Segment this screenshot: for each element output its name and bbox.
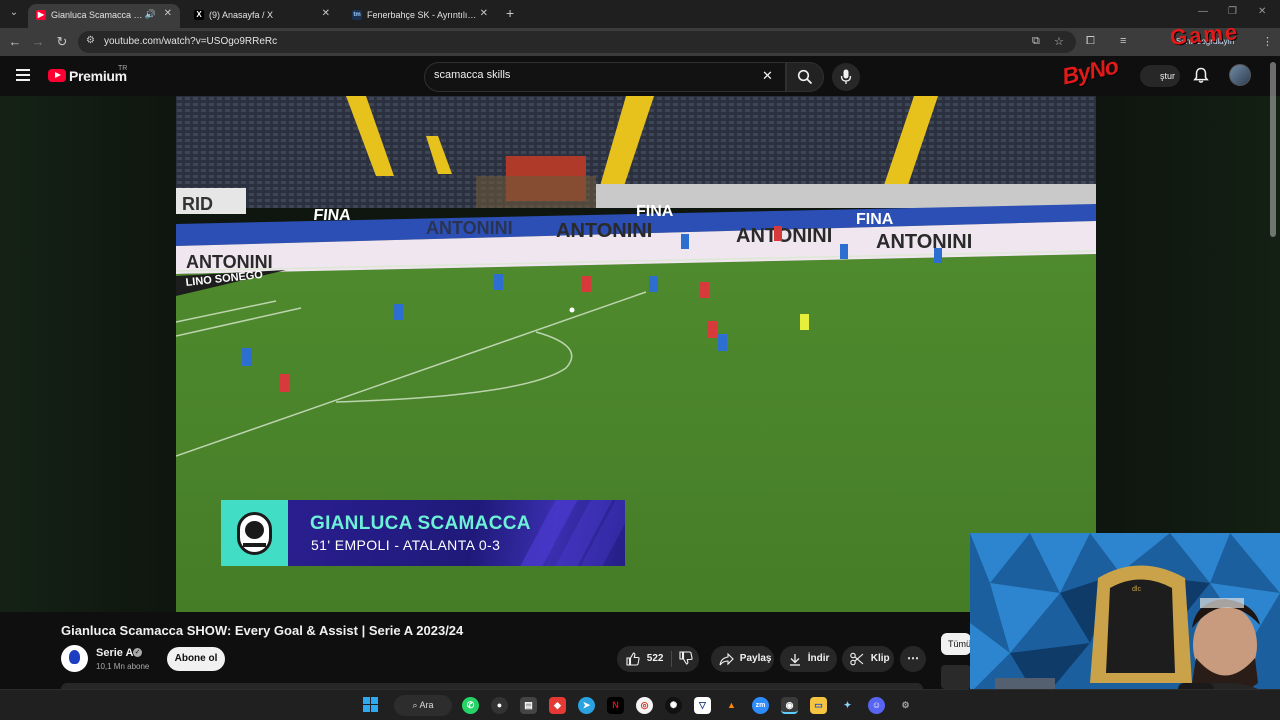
thumbs-down-icon <box>679 651 693 665</box>
chatgpt-icon[interactable]: ✺ <box>665 697 682 714</box>
app-icon-network[interactable]: ✦ <box>839 697 856 714</box>
svg-text:FINA: FINA <box>856 211 894 228</box>
dislike-button[interactable] <box>673 646 699 672</box>
tab-x[interactable]: X (9) Anasayfa / X ✕ <box>186 4 338 28</box>
youtube-logo-icon[interactable] <box>48 69 66 82</box>
subscribe-button[interactable]: Abone ol <box>167 647 225 671</box>
youtube-icon: ▶ <box>36 9 46 20</box>
forward-icon[interactable]: → <box>30 34 46 49</box>
video-title: Gianluca Scamacca SHOW: Every Goal & Ass… <box>61 623 464 638</box>
search-button[interactable] <box>786 62 824 92</box>
crest-shape <box>237 512 272 555</box>
voice-search-button[interactable] <box>832 63 860 91</box>
telegram-icon[interactable]: ➤ <box>578 697 595 714</box>
settings-icon[interactable]: ⚙ <box>897 697 914 714</box>
svg-text:FINA: FINA <box>313 206 353 224</box>
svg-text:ANTONINI: ANTONINI <box>426 218 513 238</box>
svg-text:ANTONINI: ANTONINI <box>736 225 832 247</box>
like-divider <box>671 651 672 667</box>
region-code: TR <box>118 65 128 72</box>
app-icon-gray[interactable]: ▤ <box>520 697 537 714</box>
verified-badge-icon: ✓ <box>133 648 142 657</box>
chip-all[interactable]: Tümü <box>941 633 971 655</box>
taskbar-search[interactable]: ⌕ Ara <box>394 695 452 716</box>
tab-youtube[interactable]: ▶Gianluca Scamacca SHOW: Every Goal & As… <box>28 4 180 28</box>
streamer-watermark-logo: ByNo Game <box>1059 19 1241 90</box>
transfermarkt-icon: tm <box>352 9 362 20</box>
windows-taskbar: ⌕ Ara ✆ ● ▤ ◆ ➤ N ◎ ✺ ▽ ▲ zm ◉ ▭ ✦ ☺ ⚙ <box>0 689 1280 720</box>
zoom-icon[interactable]: zm <box>752 697 769 714</box>
address-bar[interactable]: ⚙ youtube.com/watch?v=USOgo9RReRc ⧉ ☆ <box>78 31 1076 53</box>
page-scrollbar[interactable] <box>1270 62 1276 237</box>
share-button[interactable]: Paylaş <box>711 646 774 672</box>
tab-search-button[interactable]: ⌄ <box>6 5 22 21</box>
chrome-icon[interactable]: ◎ <box>636 697 653 714</box>
subscriber-count: 10,1 Mn abone <box>96 662 150 671</box>
browser-menu-icon[interactable]: ⋮ <box>1262 35 1273 48</box>
tab-transfermarkt[interactable]: tmFenerbahçe SK - Ayrıntılı kadro ✕ <box>344 4 496 28</box>
tab-close-icon[interactable]: ✕ <box>480 4 488 24</box>
menu-icon[interactable] <box>16 69 30 81</box>
download-icon <box>790 653 800 666</box>
clip-button[interactable]: Klip <box>842 646 894 672</box>
app-icon-red[interactable]: ◆ <box>549 697 566 714</box>
discord-icon[interactable]: ☺ <box>868 697 885 714</box>
search-clear-icon[interactable]: ✕ <box>762 68 773 84</box>
url-text: youtube.com/watch?v=USOgo9RReRc <box>104 36 278 47</box>
reload-icon[interactable]: ↻ <box>54 34 70 50</box>
site-info-icon[interactable]: ⚙ <box>86 35 95 46</box>
window-close-icon[interactable]: ✕ <box>1258 6 1266 17</box>
file-explorer-icon[interactable]: ▭ <box>810 697 827 714</box>
channel-avatar[interactable] <box>61 645 88 672</box>
like-count: 522 <box>646 653 664 664</box>
more-actions-icon[interactable]: ⋯ <box>900 646 926 672</box>
recommended-video-thumbnail[interactable] <box>941 665 971 689</box>
scissors-icon <box>850 652 864 666</box>
maximize-icon[interactable]: ❐ <box>1228 6 1237 17</box>
tab-close-icon[interactable]: ✕ <box>322 4 330 24</box>
tab-close-icon[interactable]: ✕ <box>164 4 172 24</box>
thumbs-up-icon <box>626 652 640 666</box>
download-button[interactable]: İndir <box>780 646 837 672</box>
search-box <box>424 62 786 92</box>
back-icon[interactable]: ← <box>7 34 23 49</box>
atalanta-crest <box>221 500 288 566</box>
install-app-icon[interactable]: ⧉ <box>1032 35 1040 48</box>
search-icon <box>797 69 813 85</box>
svg-text:ANTONINI: ANTONINI <box>556 220 652 242</box>
svg-text:dlc: dlc <box>1132 586 1141 593</box>
netflix-icon[interactable]: N <box>607 697 624 714</box>
chrome-active-icon[interactable]: ◉ <box>781 697 798 714</box>
minimize-icon[interactable]: — <box>1198 6 1208 17</box>
search-input[interactable] <box>434 69 754 81</box>
channel-name[interactable]: Serie A <box>96 647 134 659</box>
x-icon: X <box>194 9 204 20</box>
app-icon-dark[interactable]: ● <box>491 697 508 714</box>
windows-start-icon[interactable] <box>362 697 379 714</box>
lower-third-player-name: GIANLUCA SCAMACCA <box>310 513 531 534</box>
svg-text:FINA: FINA <box>636 203 674 220</box>
vlc-icon[interactable]: ▲ <box>723 697 740 714</box>
svg-text:ANTONINI: ANTONINI <box>876 231 972 253</box>
speaker-icon[interactable]: 🔊 <box>145 4 156 24</box>
new-tab-button[interactable]: + <box>506 5 514 21</box>
app-icon-shield[interactable]: ▽ <box>694 697 711 714</box>
lower-third-match-info: 51' EMPOLI - ATALANTA 0-3 <box>311 537 501 553</box>
share-icon <box>719 652 734 665</box>
whatsapp-icon[interactable]: ✆ <box>462 697 479 714</box>
microphone-icon <box>840 69 852 84</box>
svg-text:RID: RID <box>182 194 213 214</box>
